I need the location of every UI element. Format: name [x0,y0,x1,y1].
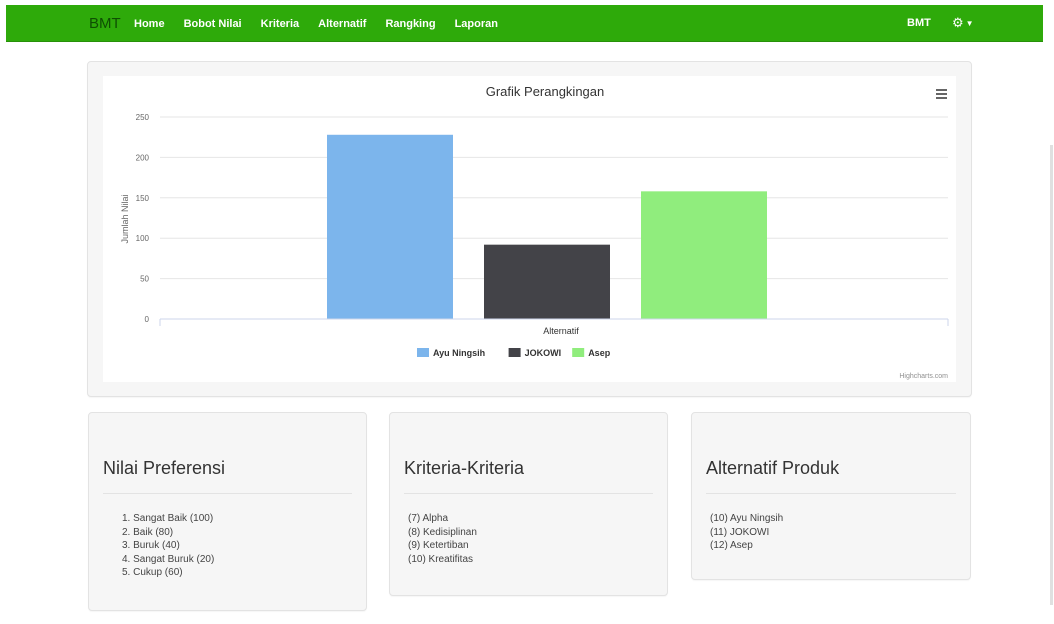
criteria-list: (7) Alpha (8) Kedisiplinan (9) Ketertiba… [408,512,477,566]
caret-down-icon: ▼ [965,19,974,29]
nav-user[interactable]: BMT [907,17,931,29]
page-scrollbar[interactable] [1050,145,1053,605]
list-item: 5. Cukup (60) [122,567,183,578]
chart-background [103,76,956,382]
card-title: Nilai Preferensi [103,458,226,478]
list-item: 4. Sangat Buruk (20) [122,553,215,565]
nav-bobot-nilai[interactable]: Bobot Nilai [184,18,242,30]
y-tick-label: 50 [140,275,149,284]
nav-laporan[interactable]: Laporan [455,18,498,30]
nav-kriteria[interactable]: Kriteria [261,18,300,30]
list-item: (10) Ayu Ningsih [710,513,784,524]
gear-icon: ⚙ [952,15,964,30]
card-divider [404,493,653,494]
list-item: (10) Kreatifitas [408,553,474,565]
list-item: 2. Baik (80) [122,526,174,538]
legend-swatch [572,348,585,357]
list-item: 1. Sangat Baik (100) [122,513,214,524]
chart-panel: 0 50 100 150 200 250 Grafik Perangkingan Alte… [87,61,972,397]
y-tick-label: 150 [136,194,150,203]
legend-label: JOKOWI [525,348,562,358]
nav-alternatif[interactable]: Alternatif [318,18,366,30]
y-tick-label: 250 [136,113,150,122]
y-tick-label: 100 [136,234,150,243]
chart-title: Grafik Perangkingan [486,84,605,99]
preference-list: 1. Sangat Baik (100) 2. Baik (80) 3. Bur… [107,512,214,580]
x-axis-label: Alternatif [543,326,579,336]
legend-swatch [508,348,521,357]
legend-label: Ayu Ningsih [433,348,485,358]
card-title: Kriteria-Kriteria [404,458,525,478]
chart-bar [641,191,767,319]
navbar: BMT Home Bobot Nilai Kriteria Alternatif… [6,5,1043,42]
card-divider [706,493,956,494]
nav-rangking[interactable]: Rangking [385,18,435,30]
legend-swatch [417,348,429,357]
list-item: 3. Buruk (40) [122,540,180,551]
card-divider [103,493,352,494]
navbar-brand[interactable]: BMT [89,15,121,32]
chart-bar [327,134,453,319]
chart-legend: Ayu Ningsih JOKOWI Asep [417,348,611,358]
legend-label: Asep [588,348,611,358]
y-tick-label: 0 [145,315,150,324]
list-item: (12) Asep [710,540,753,551]
chart-bar [484,244,610,319]
nilai-preferensi-card: Nilai Preferensi 1. Sangat Baik (100) 2.… [88,412,367,611]
alternatif-produk-card: Alternatif Produk (10) Ayu Ningsih (11) … [691,412,971,580]
y-tick-label: 200 [136,153,150,162]
list-item: (9) Ketertiban [408,540,469,551]
card-title: Alternatif Produk [706,458,840,478]
alternative-list: (10) Ayu Ningsih (11) JOKOWI (12) Asep [710,512,783,553]
ranking-chart: 0 50 100 150 200 250 Grafik Perangkingan Alte… [103,76,956,382]
list-item: (8) Kedisiplinan [408,526,477,538]
y-axis-label: Jumlah Nilai [120,194,130,243]
kriteria-card: Kriteria-Kriteria (7) Alpha (8) Kedisipl… [389,412,668,596]
list-item: (11) JOKOWI [710,526,770,538]
settings-dropdown[interactable]: ⚙ ▼ [952,15,974,31]
hamburger-menu-icon[interactable] [934,86,950,101]
nav-home[interactable]: Home [134,18,165,30]
highcharts-credits[interactable]: Highcharts.com [899,373,948,380]
nav-links: Home Bobot Nilai Kriteria Alternatif Ran… [134,5,517,42]
list-item: (7) Alpha [408,513,449,524]
